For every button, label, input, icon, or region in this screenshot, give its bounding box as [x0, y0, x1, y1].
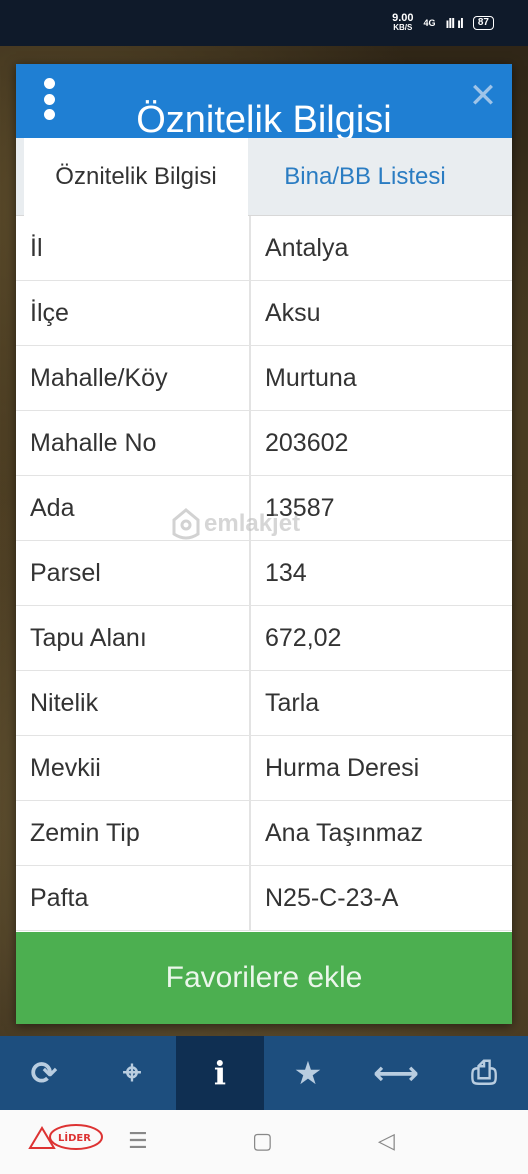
- attribute-key: Parsel: [16, 541, 251, 605]
- table-row: Nitelik Tarla: [16, 671, 512, 736]
- tab-attribute-info[interactable]: Öznitelik Bilgisi: [24, 138, 248, 216]
- print-icon[interactable]: ⎙: [440, 1036, 528, 1110]
- status-bar: 9.00 KB/S 4G ıll ıl 87: [0, 0, 528, 46]
- close-icon[interactable]: ✕: [468, 79, 498, 113]
- network-type: 4G: [423, 18, 436, 28]
- tab-building-list[interactable]: Bina/BB Listesi: [248, 138, 512, 216]
- table-row: Mahalle/Köy Murtuna: [16, 346, 512, 411]
- attribute-value: Ana Taşınmaz: [265, 818, 423, 847]
- attribute-value: Hurma Deresi: [265, 753, 420, 782]
- attribute-key: Zemin Tip: [16, 801, 251, 865]
- table-row: Pafta N25-C-23-A: [16, 866, 512, 931]
- attribute-value: N25-C-23-A: [265, 883, 399, 912]
- attribute-value: Tarla: [265, 688, 320, 717]
- dialog-title: Öznitelik Bilgisi: [136, 99, 392, 138]
- attribute-key: Mahalle/Köy: [16, 346, 251, 410]
- bottom-toolbar: ⟳ ⌖ i ★ ⟷ ⎙: [0, 1036, 528, 1110]
- table-row: Tapu Alanı 672,02: [16, 606, 512, 671]
- brand-logo: LİDER: [28, 1122, 104, 1158]
- tab-bar: Öznitelik Bilgisi Bina/BB Listesi: [16, 138, 512, 216]
- attribute-key: Nitelik: [16, 671, 251, 735]
- svg-text:LİDER: LİDER: [58, 1130, 91, 1144]
- table-row: Parsel 134: [16, 541, 512, 606]
- attribute-value: Antalya: [265, 233, 349, 262]
- attribute-key: İl: [16, 216, 251, 280]
- network-speed: 9.00 KB/S: [392, 12, 414, 33]
- crosshair-icon[interactable]: ⌖: [88, 1036, 176, 1110]
- attribute-value: 203602: [265, 428, 349, 457]
- system-navbar: LİDER ☰ ▢ ◁: [0, 1110, 528, 1174]
- menu-icon[interactable]: ☰: [128, 1128, 148, 1154]
- attribute-key: Tapu Alanı: [16, 606, 251, 670]
- dialog-header: Öznitelik Bilgisi ✕: [16, 64, 512, 138]
- battery-icon: 87: [472, 16, 494, 30]
- attribute-key: İlçe: [16, 281, 251, 345]
- watermark-text: emlakjet: [204, 510, 301, 537]
- watermark: emlakjet: [172, 508, 300, 540]
- signal-icon: ıll ıl: [445, 15, 464, 31]
- home-icon[interactable]: ▢: [252, 1128, 273, 1154]
- attribute-value: 672,02: [265, 623, 342, 652]
- measure-icon[interactable]: ⟷: [352, 1036, 440, 1110]
- watermark-logo-icon: [172, 508, 200, 540]
- info-icon[interactable]: i: [176, 1036, 264, 1110]
- table-row: İlçe Aksu: [16, 281, 512, 346]
- attribute-key: Mahalle No: [16, 411, 251, 475]
- star-icon[interactable]: ★: [264, 1036, 352, 1110]
- attribute-table: İl Antalya İlçe Aksu Mahalle/Köy Murtuna Mahal…: [16, 216, 512, 931]
- attribute-dialog: Öznitelik Bilgisi ✕ Öznitelik Bilgisi Bi…: [16, 64, 512, 1024]
- attribute-value: 134: [265, 558, 307, 587]
- refresh-icon[interactable]: ⟳: [0, 1036, 88, 1110]
- attribute-key: Pafta: [16, 866, 251, 930]
- attribute-value: Murtuna: [265, 363, 357, 392]
- add-favorite-button[interactable]: Favorilere ekle: [16, 932, 512, 1024]
- table-row: Mevkii Hurma Deresi: [16, 736, 512, 801]
- table-row: Mahalle No 203602: [16, 411, 512, 476]
- table-row: İl Antalya: [16, 216, 512, 281]
- attribute-value: Aksu: [265, 298, 321, 327]
- attribute-key: Mevkii: [16, 736, 251, 800]
- back-icon[interactable]: ◁: [378, 1128, 395, 1154]
- table-row: Zemin Tip Ana Taşınmaz: [16, 801, 512, 866]
